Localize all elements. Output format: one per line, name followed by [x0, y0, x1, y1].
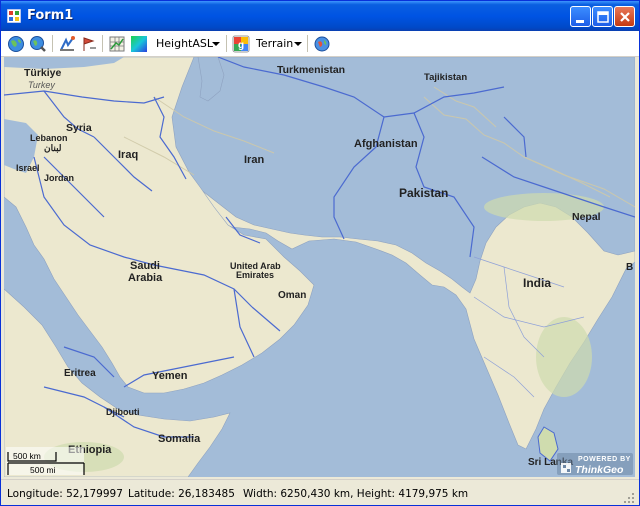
label-afghanistan: Afghanistan: [354, 138, 418, 150]
minimize-button[interactable]: [570, 6, 591, 27]
toolbar-separator: [52, 35, 53, 52]
label-oman: Oman: [278, 290, 306, 301]
height-gradient-icon[interactable]: [130, 34, 148, 53]
label-tajikistan: Tajikistan: [424, 72, 467, 83]
label-somalia: Somalia: [158, 433, 201, 445]
label-israel: Israel: [16, 163, 40, 173]
basemap-select-label[interactable]: Terrain: [256, 37, 293, 50]
label-turkey: Turkey: [28, 80, 55, 90]
window-title: Form1: [27, 8, 74, 23]
label-turkmenistan: Turkmenistan: [277, 64, 345, 76]
label-nepal: Nepal: [572, 211, 601, 223]
label-lebanon: Lebanon: [30, 133, 68, 143]
pan-tool-icon[interactable]: [58, 34, 76, 53]
status-bar: Longitude: 52,179997 Latitude: 26,183485…: [1, 479, 639, 505]
chevron-down-icon[interactable]: [293, 34, 303, 53]
toolbar-separator: [307, 35, 308, 52]
scale-mi-label: 500 mi: [30, 465, 56, 475]
layer-select-label[interactable]: HeightASL: [156, 37, 213, 50]
toolbar-separator: [102, 35, 103, 52]
attribution-powered: POWERED BY: [578, 456, 631, 463]
close-button[interactable]: [614, 6, 635, 27]
app-icon[interactable]: [7, 9, 21, 23]
status-extent: Width: 6250,430 km, Height: 4179,975 km: [243, 488, 469, 500]
google-maps-icon[interactable]: g: [232, 34, 250, 53]
label-pakistan: Pakistan: [399, 186, 448, 200]
scale-km-label: 500 km: [13, 451, 41, 461]
label-iraq: Iraq: [118, 149, 138, 161]
world-settings-icon[interactable]: [313, 34, 331, 53]
label-edge-b: B: [626, 262, 633, 273]
minimize-icon: [576, 20, 584, 23]
label-india: India: [523, 276, 551, 290]
label-eritrea: Eritrea: [64, 368, 96, 379]
thinkgeo-logo: POWERED BY ThinkGeo: [557, 453, 633, 476]
maximize-icon: [597, 11, 609, 23]
measure-tool-icon[interactable]: [80, 34, 98, 53]
label-saudi: Saudi: [130, 260, 160, 272]
maximize-button[interactable]: [592, 6, 613, 27]
status-longitude: Longitude: 52,179997: [7, 488, 123, 500]
globe-icon[interactable]: [7, 34, 25, 53]
chevron-down-icon[interactable]: [211, 34, 221, 53]
grid-layer-icon[interactable]: [108, 34, 126, 53]
label-jordan: Jordan: [44, 173, 74, 183]
scale-bar: 500 km 500 mi: [6, 447, 85, 475]
map-canvas[interactable]: Türkiye Turkey Syria Lebanon لبنان Israe…: [4, 57, 635, 477]
svg-text:g: g: [238, 40, 244, 51]
label-lebanon-native: لبنان: [44, 143, 62, 153]
label-yemen: Yemen: [152, 370, 188, 382]
app-window: Form1 HeightASL g Terrain Türkiye Turkey…: [0, 0, 640, 506]
resize-grip-icon[interactable]: [623, 492, 635, 504]
map-view[interactable]: Türkiye Turkey Syria Lebanon لبنان Israe…: [4, 57, 635, 477]
label-arabia: Arabia: [128, 272, 163, 284]
label-uae-line2: Emirates: [236, 270, 274, 280]
status-latitude: Latitude: 26,183485: [128, 488, 235, 500]
close-icon: [620, 12, 630, 22]
toolbar-separator: [226, 35, 227, 52]
label-syria: Syria: [66, 122, 92, 134]
label-turkiye: Türkiye: [24, 67, 62, 79]
zoom-globe-icon[interactable]: [29, 34, 47, 53]
toolbar: HeightASL g Terrain: [1, 31, 639, 57]
label-djibouti: Djibouti: [106, 407, 140, 417]
label-iran: Iran: [244, 154, 264, 166]
attribution-brand: ThinkGeo: [575, 464, 624, 476]
title-bar[interactable]: Form1: [1, 1, 639, 31]
